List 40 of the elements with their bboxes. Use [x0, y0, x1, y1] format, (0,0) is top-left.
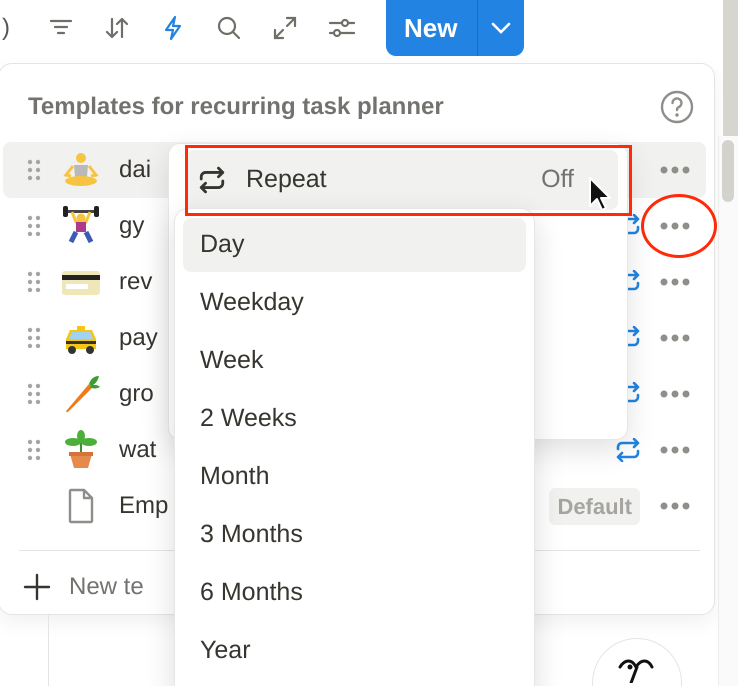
default-tag: Default [549, 488, 640, 524]
scrollbar-thumb[interactable] [722, 140, 734, 202]
cursor-icon [588, 176, 612, 212]
dropdown-option[interactable]: Year [183, 624, 526, 678]
panel-title: Templates for recurring task planner [28, 92, 444, 122]
drag-handle-icon[interactable] [27, 215, 41, 237]
dropdown-option[interactable]: 6 Months [183, 566, 526, 620]
help-icon[interactable] [660, 90, 694, 124]
dropdown-option[interactable]: 2 Weeks [183, 392, 526, 446]
plus-icon [23, 573, 51, 601]
more-icon [660, 222, 690, 230]
template-name[interactable]: gy [119, 208, 144, 244]
template-name: dai [119, 155, 152, 185]
drag-handle-icon[interactable] [27, 439, 41, 461]
drag-handle-icon[interactable] [27, 327, 41, 349]
drag-handle-icon[interactable] [27, 271, 41, 293]
scrollbar[interactable] [718, 136, 738, 686]
caret-icon [490, 21, 512, 35]
dropdown-option[interactable]: Week [183, 334, 526, 388]
more-icon [660, 334, 690, 342]
more-icon [660, 446, 690, 454]
more-icon [660, 278, 690, 286]
weightlifter-figure-icon [61, 206, 101, 246]
dropdown-option[interactable]: Month [183, 450, 526, 504]
template-name[interactable]: Emp [119, 488, 168, 524]
template-name[interactable]: pay [119, 320, 158, 356]
dropdown-option[interactable]: Day [183, 218, 526, 272]
more-icon [660, 166, 690, 174]
more-icon [660, 390, 690, 398]
dropdown-option[interactable]: 3 Months [183, 508, 526, 562]
template-name[interactable]: rev [119, 264, 152, 300]
drag-handle-icon[interactable] [27, 383, 41, 405]
dropdown-option[interactable]: Weekday [183, 276, 526, 330]
drag-handle-icon[interactable] [27, 159, 41, 181]
new-template-link[interactable]: New te [69, 569, 144, 605]
more-icon [660, 502, 690, 510]
count-text: ) [2, 13, 10, 43]
repeat-option[interactable]: Repeat Off [186, 150, 618, 210]
template-name[interactable]: gro [119, 376, 154, 412]
template-name[interactable]: wat [119, 432, 156, 468]
